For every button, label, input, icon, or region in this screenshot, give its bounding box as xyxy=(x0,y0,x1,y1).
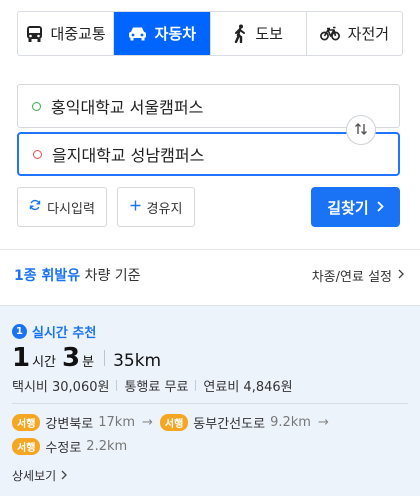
vehicle-settings-label: 차종/연료 설정 xyxy=(311,270,392,285)
vehicle-basis-suffix: 차량 기준 xyxy=(80,268,141,284)
plus-icon xyxy=(130,200,141,215)
vehicle-settings-link[interactable]: 차종/연료 설정 xyxy=(312,266,404,285)
cost-separator xyxy=(195,380,197,391)
traffic-badge: 서행 xyxy=(12,438,41,455)
arrow-right-icon: → xyxy=(141,415,153,430)
reset-button[interactable]: 다시입력 xyxy=(17,187,107,227)
tab-label: 도보 xyxy=(255,25,283,43)
tab-label: 대중교통 xyxy=(50,25,106,43)
destination-text: 을지대학교 성남캠퍼스 xyxy=(52,146,205,165)
recommendation-text: 실시간 추천 xyxy=(32,326,97,341)
bike-icon xyxy=(319,26,340,41)
duration-separator xyxy=(104,350,106,366)
traffic-badge: 서행 xyxy=(159,414,189,431)
vehicle-type: 1종 휘발유 xyxy=(14,268,81,284)
duration-minutes: 3 xyxy=(62,343,81,373)
tab-bike[interactable]: 자전거 xyxy=(307,12,402,55)
road-segments: 서행 강변북로 17km → 서행 동부간선도로 9.2km → xyxy=(12,413,331,432)
section-divider xyxy=(0,249,420,250)
car-icon xyxy=(128,26,147,41)
transport-mode-tabs: 대중교통 자동차 도보 자전거 xyxy=(17,11,403,56)
route-distance: 35km xyxy=(113,351,162,371)
tab-label: 자동차 xyxy=(154,25,197,43)
arrow-right-icon: → xyxy=(317,415,329,430)
road-name: 강변북로 xyxy=(45,417,94,432)
road-name: 동부간선도로 xyxy=(193,417,266,432)
vehicle-basis: 1종 휘발유 차량 기준 xyxy=(14,265,141,285)
taxi-fare: 택시비 30,060원 xyxy=(12,380,110,395)
recommendation-label: 1 실시간 추천 xyxy=(12,322,96,341)
reset-label: 다시입력 xyxy=(47,201,95,217)
search-route-button[interactable]: 길찾기 xyxy=(311,187,400,227)
road-segments: 서행 수정로 2.2km xyxy=(12,437,127,456)
cost-summary: 택시비 30,060원 통행료 무료 연료비 4,846원 xyxy=(12,376,293,395)
duration-hours: 1 xyxy=(12,343,31,373)
road-distance: 17km xyxy=(98,415,135,430)
destination-input[interactable]: 을지대학교 성남캠퍼스 xyxy=(17,132,400,176)
destination-marker-icon xyxy=(33,149,42,159)
detail-link[interactable]: 상세보기 xyxy=(12,467,68,484)
refresh-icon xyxy=(29,199,41,215)
origin-text: 홍익대학교 서울캠퍼스 xyxy=(51,98,204,117)
cost-separator xyxy=(116,380,118,391)
tab-walk[interactable]: 도보 xyxy=(211,12,307,55)
route-result-card[interactable]: 1 실시간 추천 1 시간 3 분 35km 택시비 30,060원 통행료 무… xyxy=(0,305,420,496)
rank-badge: 1 xyxy=(12,324,27,339)
walk-icon xyxy=(233,24,247,43)
bus-icon xyxy=(26,25,43,43)
swap-icon xyxy=(354,121,368,140)
origin-marker-icon xyxy=(32,101,41,111)
road-name: 수정로 xyxy=(45,441,82,456)
road-distance: 2.2km xyxy=(86,439,128,454)
search-label: 길찾기 xyxy=(327,198,369,217)
chevron-right-icon xyxy=(377,198,384,216)
tab-car[interactable]: 자동차 xyxy=(114,12,211,55)
add-waypoint-button[interactable]: 경유지 xyxy=(117,187,195,227)
route-inputs: 홍익대학교 서울캠퍼스 을지대학교 성남캠퍼스 xyxy=(17,84,400,176)
waypoint-label: 경유지 xyxy=(146,201,183,217)
swap-route-button[interactable] xyxy=(346,115,376,145)
toll-fee: 통행료 무료 xyxy=(124,380,189,395)
origin-input[interactable]: 홍익대학교 서울캠퍼스 xyxy=(17,84,400,128)
traffic-badge: 서행 xyxy=(12,414,41,431)
tab-public-transit[interactable]: 대중교통 xyxy=(18,12,115,55)
card-divider xyxy=(12,403,408,404)
tab-label: 자전거 xyxy=(347,25,390,43)
road-distance: 9.2km xyxy=(270,415,311,430)
duration-hours-unit: 시간 xyxy=(32,355,57,370)
chevron-right-icon xyxy=(398,268,404,283)
detail-label: 상세보기 xyxy=(12,469,57,483)
duration-minutes-unit: 분 xyxy=(82,355,95,370)
chevron-right-icon xyxy=(61,469,68,483)
travel-duration: 1 시간 3 분 35km xyxy=(12,343,161,373)
fuel-cost: 연료비 4,846원 xyxy=(203,380,293,395)
